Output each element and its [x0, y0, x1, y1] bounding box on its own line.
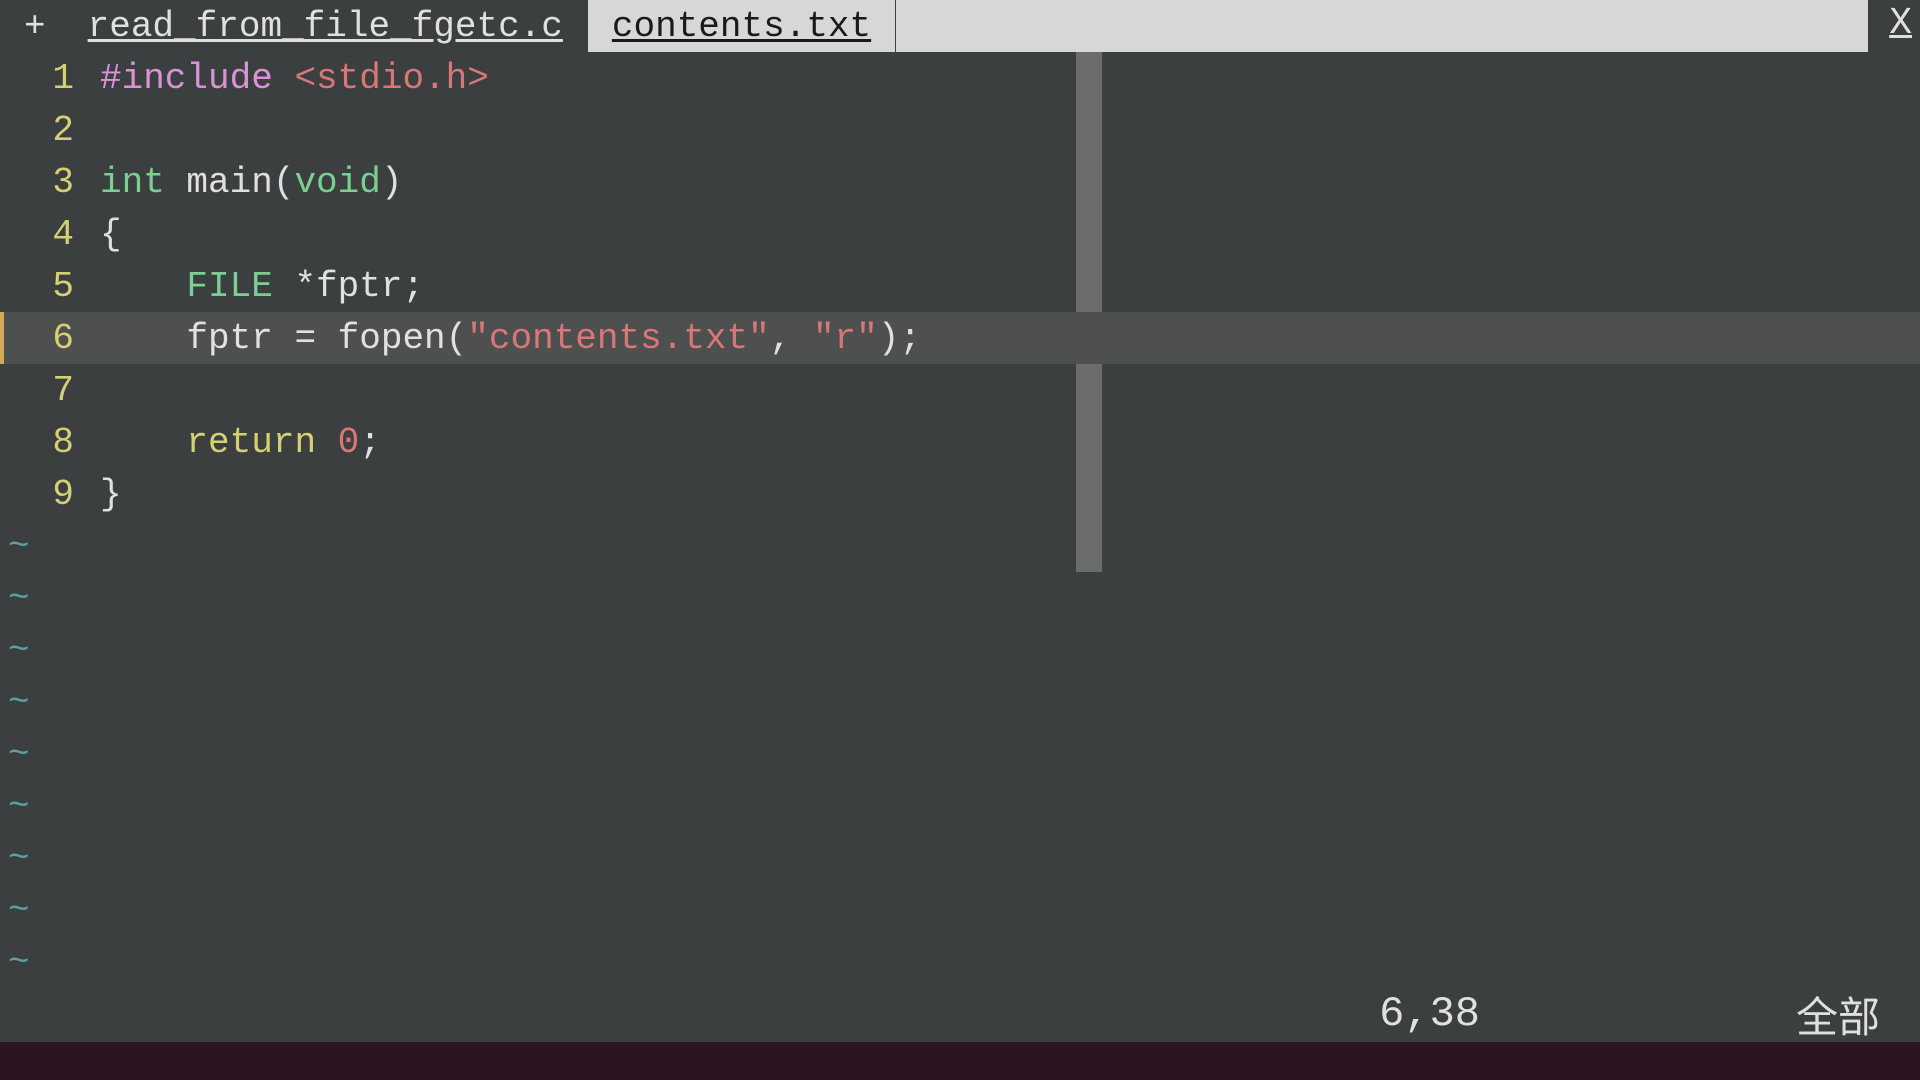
line-number: 5 [0, 266, 100, 307]
line-number: 7 [0, 370, 100, 411]
line-number: 2 [0, 110, 100, 151]
empty-line: ~ [0, 728, 1920, 780]
bottom-strip [0, 1042, 1920, 1080]
code-line-current[interactable]: 6 fptr = fopen("contents.txt", "r"); [0, 312, 1920, 364]
tab-inactive[interactable]: contents.txt [588, 0, 896, 52]
tab-active[interactable]: read_from_file_fgetc.c [64, 0, 588, 52]
scroll-percent: 全部 [1796, 984, 1880, 1045]
editor-area[interactable]: 1 #include <stdio.h> 2 3 int main(void) … [0, 52, 1920, 1020]
code-line[interactable]: 8 return 0; [0, 416, 1920, 468]
line-content: { [100, 214, 122, 255]
tab-bar-spacer [896, 0, 1868, 52]
empty-line: ~ [0, 780, 1920, 832]
code-line[interactable]: 2 [0, 104, 1920, 156]
code-line[interactable]: 3 int main(void) [0, 156, 1920, 208]
empty-line: ~ [0, 676, 1920, 728]
code-line[interactable]: 5 FILE *fptr; [0, 260, 1920, 312]
line-number: 4 [0, 214, 100, 255]
code-line[interactable]: 4 { [0, 208, 1920, 260]
modified-indicator: + [0, 0, 64, 52]
empty-line: ~ [0, 572, 1920, 624]
code-line[interactable]: 9 } [0, 468, 1920, 520]
status-bar: 6,38 全部 [0, 988, 1920, 1040]
line-number: 9 [0, 474, 100, 515]
cursor-position: 6,38 [1379, 990, 1480, 1038]
line-number: 8 [0, 422, 100, 463]
line-content: } [100, 474, 122, 515]
line-number: 6 [0, 318, 100, 359]
empty-line: ~ [0, 936, 1920, 988]
close-icon[interactable]: X [1889, 2, 1912, 45]
tab-bar: + read_from_file_fgetc.c contents.txt X [0, 0, 1920, 52]
empty-line: ~ [0, 884, 1920, 936]
empty-line: ~ [0, 624, 1920, 676]
code-line[interactable]: 7 [0, 364, 1920, 416]
line-content: #include <stdio.h> [100, 58, 489, 99]
line-content: fptr = fopen("contents.txt", "r"); [100, 318, 921, 359]
empty-line: ~ [0, 832, 1920, 884]
line-content: int main(void) [100, 162, 402, 203]
code-line[interactable]: 1 #include <stdio.h> [0, 52, 1920, 104]
empty-line: ~ [0, 520, 1920, 572]
line-content: return 0; [100, 422, 381, 463]
line-number: 3 [0, 162, 100, 203]
line-content: FILE *fptr; [100, 266, 424, 307]
line-number: 1 [0, 58, 100, 99]
